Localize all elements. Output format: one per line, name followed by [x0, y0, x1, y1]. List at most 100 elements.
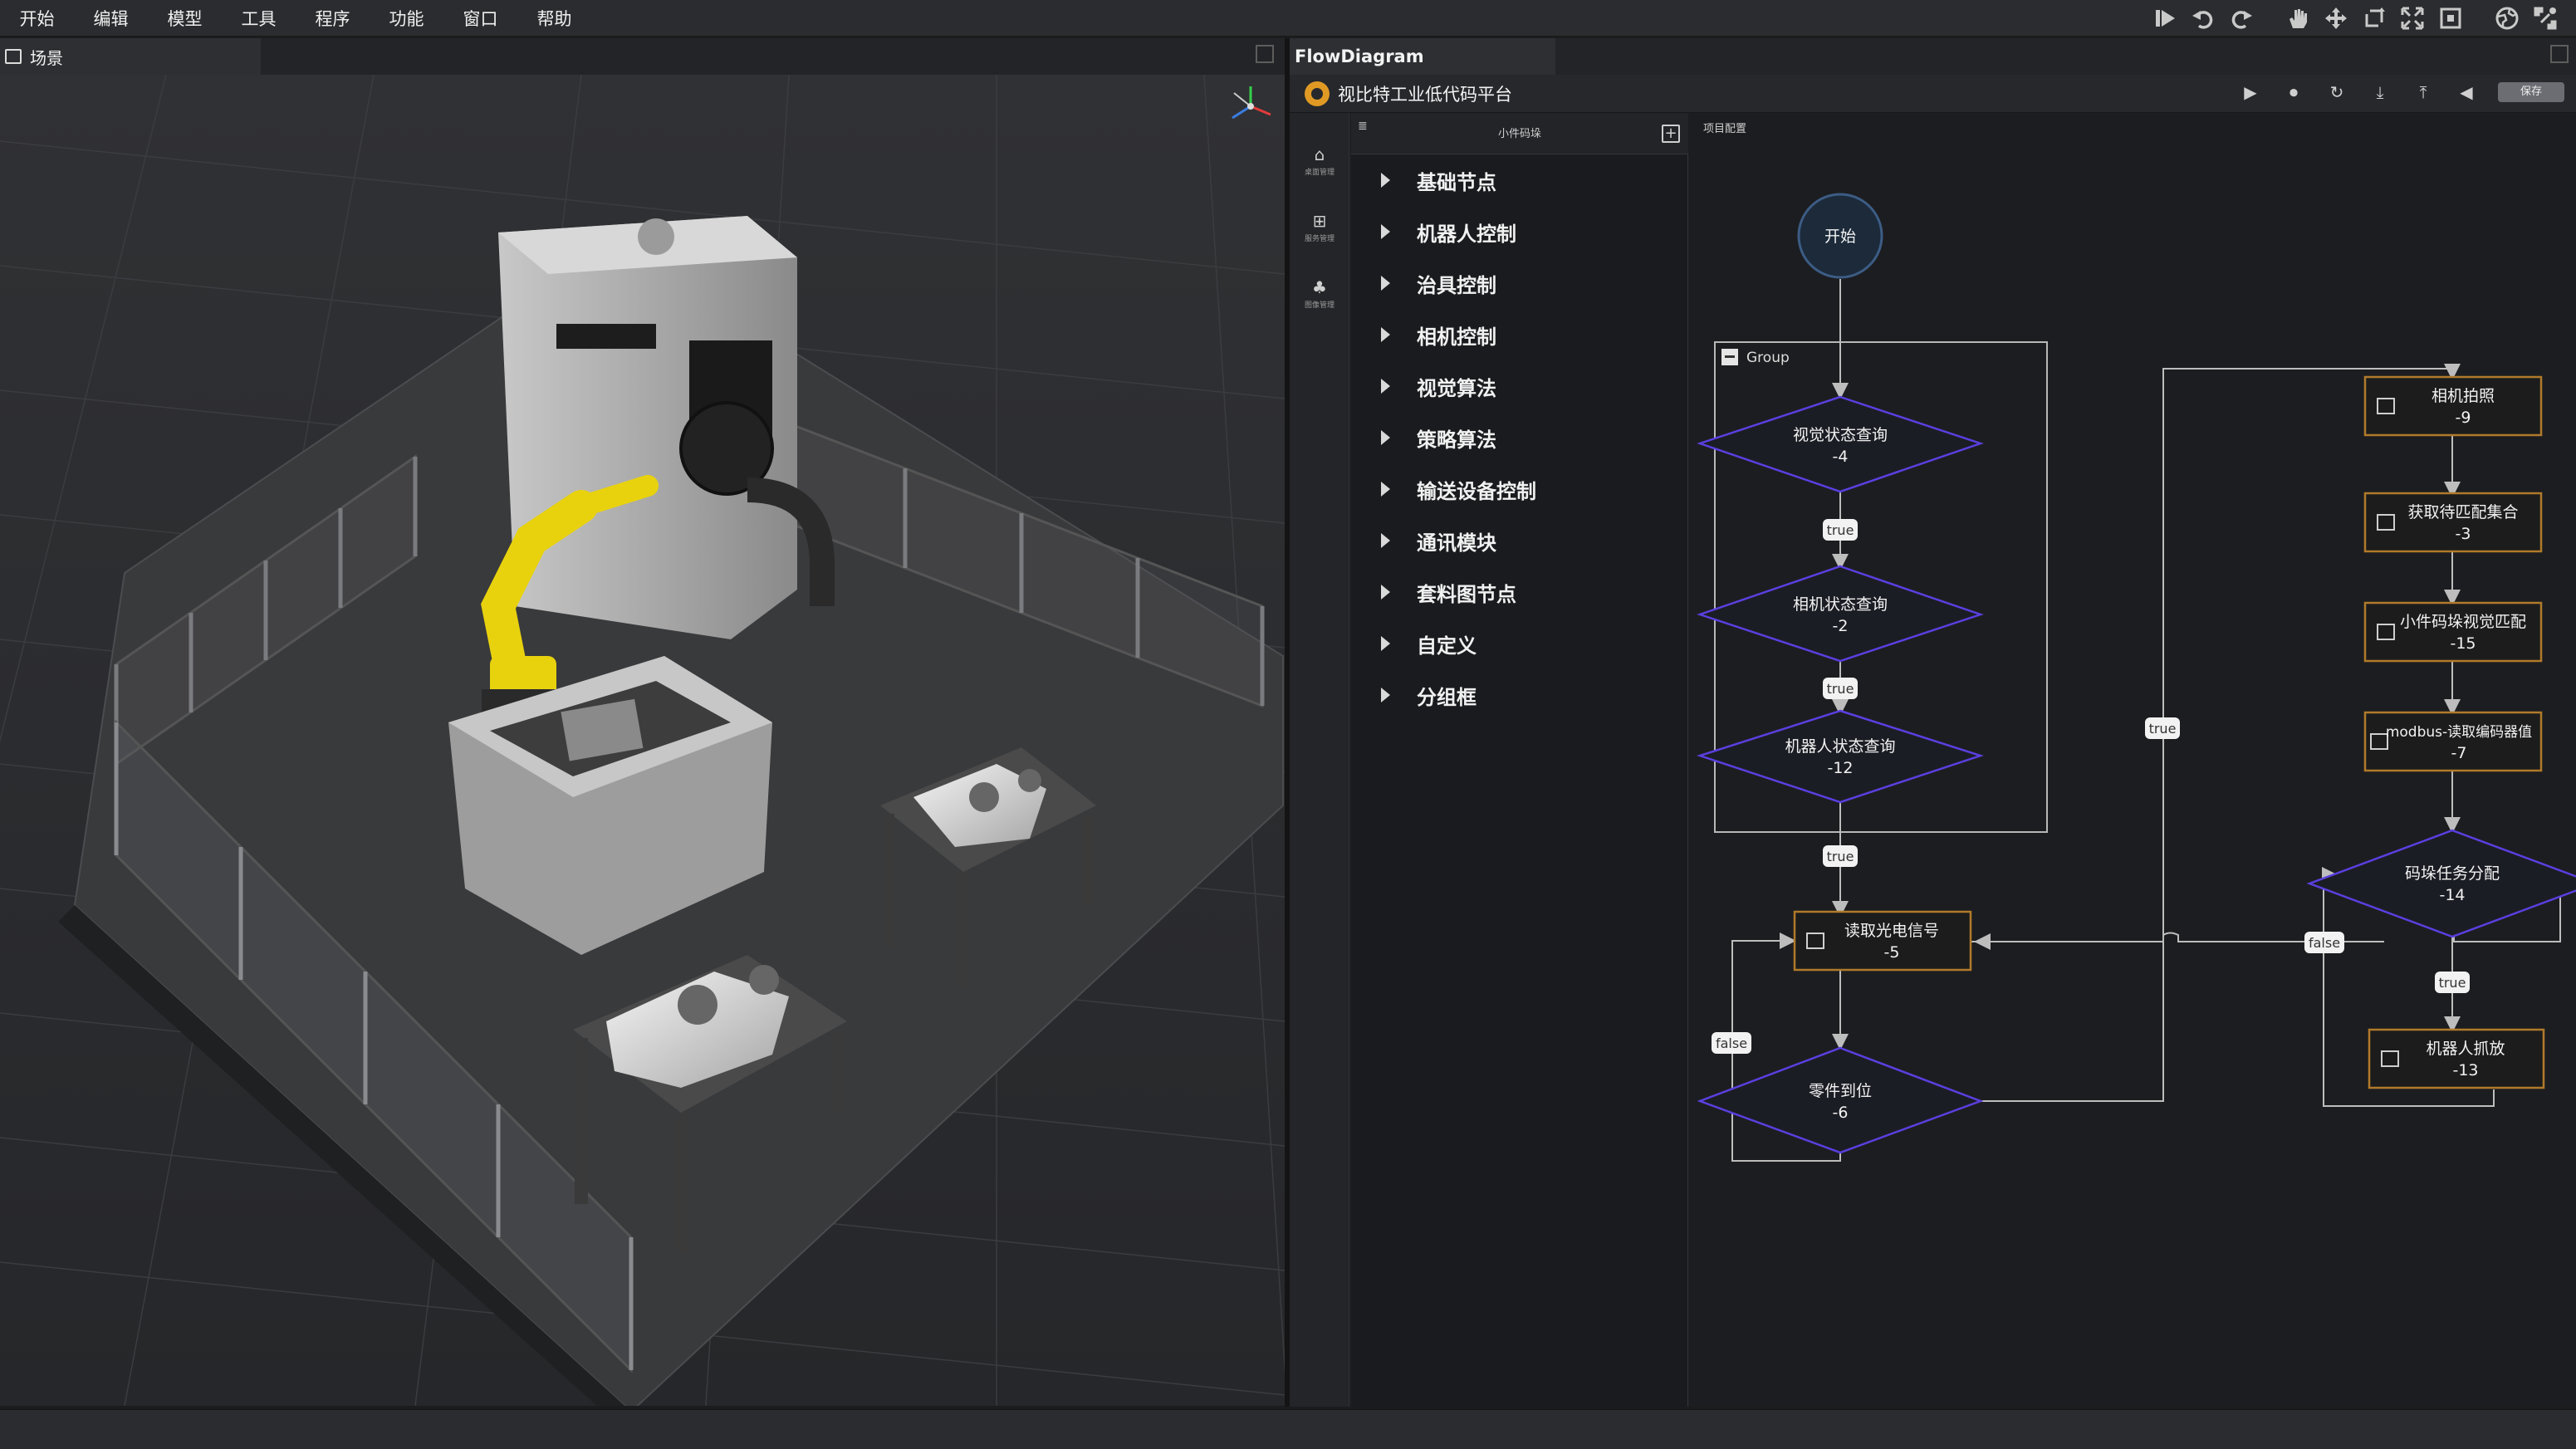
send-icon[interactable]: ◀	[2455, 81, 2478, 104]
expand-arrow-icon	[1381, 379, 1390, 394]
app-header: 视比特工业低代码平台 ▶ ⏺ ↻ ⤓ ⤒ ◀ 保存	[1290, 75, 2576, 113]
node-stack-match[interactable]: 小件码垛视觉匹配 -15	[2363, 601, 2543, 663]
scale-icon[interactable]	[2397, 2, 2428, 34]
menu-program[interactable]: 程序	[296, 6, 370, 31]
category-camera-control[interactable]: 相机控制	[1351, 309, 1688, 360]
expand-arrow-icon	[1381, 430, 1390, 445]
category-fixture-control[interactable]: 治具控制	[1351, 257, 1688, 309]
node-id: -4	[1833, 448, 1849, 466]
node-get-match[interactable]: 获取待匹配集合 -3	[2363, 492, 2543, 553]
node-robot-pick[interactable]: 机器人抓放 -13	[2368, 1028, 2545, 1089]
undo-icon[interactable]	[2187, 2, 2219, 34]
rotate-icon[interactable]	[2358, 2, 2390, 34]
menu-window[interactable]: 窗口	[443, 6, 517, 31]
node-modbus[interactable]: modbus-读取编码器值 -7	[2363, 711, 2543, 772]
menu-edit[interactable]: 编辑	[74, 6, 148, 31]
menu-function[interactable]: 功能	[370, 6, 443, 31]
settings-icon[interactable]	[2529, 2, 2561, 34]
run-icon[interactable]: ▶	[2239, 81, 2262, 104]
category-robot-control[interactable]: 机器人控制	[1351, 206, 1688, 257]
node-label: 开始	[1824, 228, 1856, 246]
upload-icon[interactable]: ⤒	[2412, 81, 2435, 104]
edge-label-true: true	[1823, 519, 1858, 541]
category-label: 输送设备控制	[1417, 479, 1536, 503]
add-icon[interactable]: +	[1662, 125, 1680, 143]
reset-icon[interactable]: ↻	[2325, 81, 2348, 104]
node-task-assign[interactable]: 码垛任务分配 -14	[2306, 829, 2576, 938]
flow-canvas[interactable]: 项目配置 Group 开始 视觉状态查询 -4 相机状态查询 -2 机器人状态查…	[1688, 113, 2576, 1407]
node-part-arrive[interactable]: 零件到位 -6	[1697, 1046, 1984, 1154]
svg-text:true: true	[2149, 721, 2177, 737]
category-strategy-algorithm[interactable]: 策略算法	[1351, 412, 1688, 463]
redo-icon[interactable]	[2226, 2, 2257, 34]
module-title: 小件码垛	[1497, 128, 1541, 140]
category-vision-algorithm[interactable]: 视觉算法	[1351, 360, 1688, 412]
node-label: 码垛任务分配	[2405, 864, 2500, 883]
download-icon[interactable]: ⤓	[2368, 81, 2392, 104]
node-camera-status[interactable]: 相机状态查询 -2	[1697, 565, 1984, 663]
category-label: 通讯模块	[1417, 531, 1496, 555]
node-id: -15	[2450, 634, 2476, 653]
node-label: 小件码垛视觉匹配	[2400, 613, 2526, 631]
category-label: 视觉算法	[1417, 376, 1496, 400]
node-label: 视觉状态查询	[1793, 426, 1888, 444]
category-group-box[interactable]: 分组框	[1351, 669, 1688, 721]
expand-arrow-icon	[1381, 533, 1390, 548]
record-icon[interactable]: ⏺	[2282, 81, 2305, 104]
category-label: 基础节点	[1417, 170, 1496, 194]
node-read-sensor[interactable]: 读取光电信号 -5	[1793, 910, 1972, 972]
rail-item-image[interactable]: ♣ 图像管理	[1290, 271, 1349, 329]
category-conveyor-control[interactable]: 输送设备控制	[1351, 463, 1688, 515]
app-logo-icon	[1305, 81, 1330, 106]
menu-start[interactable]: 开始	[0, 6, 74, 31]
node-label: 相机拍照	[2432, 387, 2495, 405]
node-label: 读取光电信号	[1844, 922, 1939, 940]
pan-hand-icon[interactable]	[2282, 2, 2314, 34]
scene-viewport[interactable]	[0, 75, 1285, 1406]
node-label: 零件到位	[1809, 1082, 1872, 1100]
node-label: 获取待匹配集合	[2407, 503, 2518, 521]
menu-help[interactable]: 帮助	[517, 6, 591, 31]
expand-arrow-icon	[1381, 327, 1390, 342]
category-custom[interactable]: 自定义	[1351, 618, 1688, 669]
frame-icon[interactable]	[2435, 2, 2466, 34]
node-id: -3	[2456, 525, 2471, 543]
category-nesting-nodes[interactable]: 套料图节点	[1351, 566, 1688, 618]
main-toolbar	[2149, 0, 2561, 37]
scene-3d-render	[0, 75, 1285, 1406]
move-icon[interactable]	[2320, 2, 2352, 34]
tab-scene[interactable]: 场景	[0, 38, 261, 75]
axis-gizmo-icon[interactable]	[1226, 81, 1276, 131]
node-id: -12	[1827, 759, 1853, 777]
svg-text:true: true	[2439, 975, 2466, 991]
maximize-icon[interactable]	[2550, 45, 2569, 63]
node-label: 相机状态查询	[1793, 595, 1888, 614]
rail-label: 桌面管理	[1304, 169, 1335, 177]
expand-arrow-icon	[1381, 276, 1390, 291]
rail-item-service[interactable]: ⊞ 服务管理	[1290, 204, 1349, 262]
globe-icon[interactable]	[2491, 2, 2523, 34]
scene-icon	[5, 49, 22, 64]
node-robot-status[interactable]: 机器人状态查询 -12	[1696, 709, 1985, 804]
menu-tools[interactable]: 工具	[222, 6, 296, 31]
flow-graph: Group 开始 视觉状态查询 -4 相机状态查询 -2 机器人状态查询 -12…	[1696, 193, 2576, 1162]
save-button[interactable]: 保存	[2498, 82, 2564, 102]
maximize-icon[interactable]	[1256, 45, 1274, 63]
category-label: 自定义	[1417, 634, 1477, 658]
edge-label-true: true	[1823, 845, 1858, 867]
rail-item-desktop[interactable]: ⌂ 桌面管理	[1290, 138, 1349, 196]
expand-arrow-icon	[1381, 482, 1390, 497]
node-vision-status[interactable]: 视觉状态查询 -4	[1697, 395, 1984, 493]
category-communication[interactable]: 通讯模块	[1351, 515, 1688, 566]
play-step-icon[interactable]	[2149, 2, 2181, 34]
flow-actions: ▶ ⏺ ↻ ⤓ ⤒ ◀ 保存	[2239, 81, 2564, 104]
scene-tab-bar: 场景	[0, 38, 1285, 75]
expand-arrow-icon	[1381, 585, 1390, 600]
category-basic-nodes[interactable]: 基础节点	[1351, 154, 1688, 206]
expand-arrow-icon	[1381, 173, 1390, 188]
svg-text:false: false	[1716, 1035, 1747, 1051]
node-camera-shoot[interactable]: 相机拍照 -9	[2363, 375, 2543, 437]
menu-model[interactable]: 模型	[148, 6, 222, 31]
app-title: 视比特工业低代码平台	[1338, 84, 1512, 105]
tab-flowdiagram[interactable]: FlowDiagram	[1290, 38, 1555, 75]
